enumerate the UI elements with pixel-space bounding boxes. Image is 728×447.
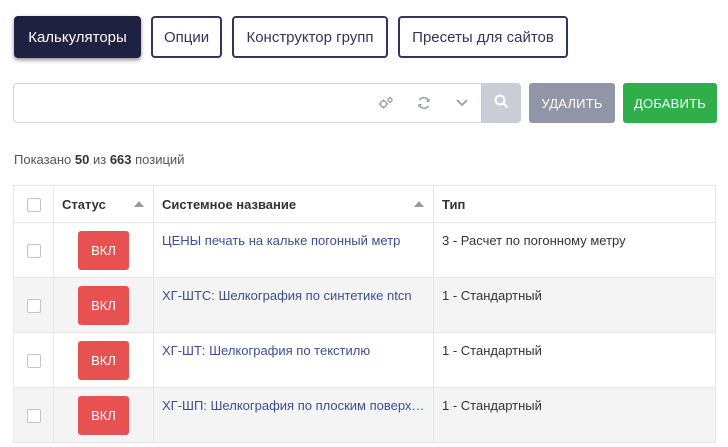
name-cell: ХГ-ШТС: Шелкография по синтетике ntcn: [153, 277, 434, 333]
sort-up-icon[interactable]: [134, 201, 144, 207]
toolbar: УДАЛИТЬ ДОБАВИТЬ: [13, 83, 717, 123]
header-name-label: Системное название: [162, 196, 297, 212]
header-status-label: Статус: [62, 196, 106, 212]
row-checkbox[interactable]: [26, 298, 41, 313]
summary-shown-count: 50: [74, 152, 90, 167]
delete-button[interactable]: УДАЛИТЬ: [529, 83, 615, 123]
row-checkbox[interactable]: [26, 353, 41, 368]
status-cell: ВКЛ: [53, 332, 154, 388]
row-select-cell: [13, 277, 54, 333]
status-badge[interactable]: ВКЛ: [78, 231, 129, 270]
settings-icon[interactable]: [367, 84, 405, 122]
header-type: Тип: [433, 185, 716, 223]
calculator-name-link[interactable]: ХГ-ШП: Шелкография по плоским поверх…: [162, 398, 425, 413]
status-cell: ВКЛ: [53, 222, 154, 278]
status-cell: ВКЛ: [53, 277, 154, 333]
refresh-icon[interactable]: [405, 84, 443, 122]
search-input[interactable]: [14, 84, 367, 122]
add-button[interactable]: ДОБАВИТЬ: [623, 83, 717, 123]
chevron-down-icon[interactable]: [443, 84, 481, 122]
type-cell: 3 - Расчет по погонному метру: [433, 222, 716, 278]
search-box: [13, 83, 481, 123]
table-row: ВКЛ ХГ-ШП: Шелкография по плоским поверх…: [13, 387, 716, 443]
summary-suffix: позиций: [135, 152, 185, 167]
table-row: ВКЛ ХГ-ШТ: Шелкография по текстилю 1 - С…: [13, 332, 716, 388]
type-cell: 1 - Стандартный: [433, 387, 716, 443]
row-select-cell: [13, 222, 54, 278]
name-cell: ХГ-ШП: Шелкография по плоским поверх…: [153, 387, 434, 443]
status-cell: ВКЛ: [53, 387, 154, 443]
header-name[interactable]: Системное название: [153, 185, 434, 223]
summary-middle: из: [92, 152, 107, 167]
header-type-label: Тип: [442, 196, 466, 212]
table-header-row: Статус Системное название Тип: [13, 185, 716, 223]
row-select-cell: [13, 387, 54, 443]
search-button[interactable]: [481, 83, 521, 123]
calculator-type: 1 - Стандартный: [442, 288, 542, 303]
table-row: ВКЛ ХГ-ШТС: Шелкография по синтетике ntc…: [13, 277, 716, 333]
tab-calculators[interactable]: Калькуляторы: [14, 16, 141, 58]
calculator-type: 1 - Стандартный: [442, 343, 542, 358]
header-status[interactable]: Статус: [53, 185, 154, 223]
summary-prefix: Показано: [14, 152, 72, 167]
name-cell: ЦЕНЫ печать на кальке погонный метр: [153, 222, 434, 278]
row-checkbox[interactable]: [26, 408, 41, 423]
calculator-name-link[interactable]: ЦЕНЫ печать на кальке погонный метр: [162, 233, 425, 248]
status-badge[interactable]: ВКЛ: [78, 396, 129, 435]
calculator-name-link[interactable]: ХГ-ШТС: Шелкография по синтетике ntcn: [162, 288, 425, 303]
row-checkbox[interactable]: [26, 243, 41, 258]
tab-group-constructor[interactable]: Конструктор групп: [232, 16, 388, 58]
select-all-checkbox[interactable]: [26, 197, 41, 212]
header-select-cell: [13, 185, 54, 223]
search-icon: [494, 94, 509, 112]
calculators-table: Статус Системное название Тип ВКЛ ЦЕНЫ п…: [13, 185, 716, 443]
status-badge[interactable]: ВКЛ: [78, 286, 129, 325]
status-badge[interactable]: ВКЛ: [78, 341, 129, 380]
type-cell: 1 - Стандартный: [433, 277, 716, 333]
calculator-type: 1 - Стандартный: [442, 398, 542, 413]
row-select-cell: [13, 332, 54, 388]
top-tabs: Калькуляторы Опции Конструктор групп Пре…: [14, 16, 568, 58]
type-cell: 1 - Стандартный: [433, 332, 716, 388]
results-summary: Показано 50 из 663 позиций: [14, 152, 184, 167]
table-row: ВКЛ ЦЕНЫ печать на кальке погонный метр …: [13, 222, 716, 278]
tab-options[interactable]: Опции: [151, 16, 222, 58]
tab-site-presets[interactable]: Пресеты для сайтов: [398, 16, 568, 58]
calculator-name-link[interactable]: ХГ-ШТ: Шелкография по текстилю: [162, 343, 425, 358]
summary-total-count: 663: [109, 152, 132, 167]
name-cell: ХГ-ШТ: Шелкография по текстилю: [153, 332, 434, 388]
calculator-type: 3 - Расчет по погонному метру: [442, 233, 626, 248]
sort-up-icon[interactable]: [414, 201, 424, 207]
